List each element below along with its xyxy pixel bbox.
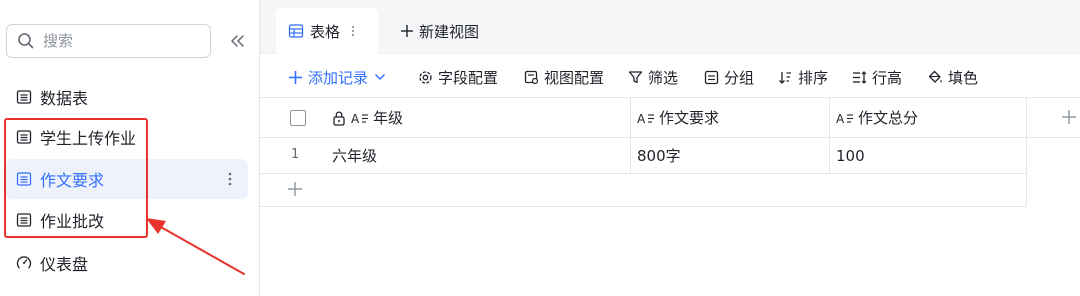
add-record-button[interactable]: 添加记录	[288, 66, 386, 88]
view-config-button[interactable]: 视图配置	[524, 66, 604, 88]
table-icon	[16, 90, 32, 104]
sidebar: 数据表 学生上传作业 作文要求	[0, 0, 260, 296]
table-icon	[16, 172, 32, 186]
field-config-label: 字段配置	[438, 68, 499, 87]
table-icon	[16, 130, 32, 144]
row-height-icon	[853, 70, 867, 84]
group-icon	[704, 70, 719, 84]
lock-icon	[333, 111, 345, 126]
column-header-total-score[interactable]: A 作文总分	[830, 98, 1026, 137]
text-field-icon: A	[351, 112, 368, 125]
tab-label: 表格	[310, 22, 341, 41]
sort-icon	[779, 71, 791, 84]
sidebar-item-homework-grading[interactable]: 作业批改	[6, 200, 248, 240]
sort-label: 排序	[798, 68, 829, 87]
sidebar-item-essay-requirements[interactable]: 作文要求	[6, 159, 248, 199]
cell-total-score[interactable]: 100	[830, 138, 1026, 173]
filter-button[interactable]: 筛选	[628, 66, 678, 88]
double-chevron-left-icon	[231, 35, 244, 47]
search-input[interactable]	[43, 32, 193, 50]
main-area: 表格 新建视图 添加记录 字段配置 视图配置 筛选 分组 排序 行高 填色 A …	[260, 0, 1080, 296]
cell-grade[interactable]: 六年级	[326, 138, 630, 173]
row-height-label: 行高	[872, 68, 903, 87]
new-view-label: 新建视图	[419, 22, 480, 41]
toolbar: 添加记录 字段配置 视图配置 筛选 分组 排序 行高 填色	[260, 54, 1080, 98]
cell-value: 800字	[637, 147, 681, 165]
table-row[interactable]: 1 六年级 800字 100	[260, 138, 1026, 174]
row-number: 1	[291, 147, 300, 162]
gear-icon	[419, 70, 432, 84]
grid-view-icon	[288, 24, 304, 38]
more-options-icon[interactable]	[222, 169, 238, 189]
filter-label: 筛选	[648, 68, 679, 87]
paint-bucket-icon	[928, 70, 942, 83]
search-box[interactable]	[6, 24, 211, 58]
column-header-label: 年级	[373, 109, 404, 127]
collapse-sidebar-button[interactable]	[226, 30, 248, 52]
fill-color-button[interactable]: 填色	[928, 66, 978, 88]
sidebar-item-label: 仪表盘	[40, 255, 89, 274]
tab-more-icon[interactable]	[348, 23, 358, 39]
column-header-label: 作文总分	[858, 109, 919, 127]
select-all-checkbox[interactable]	[290, 110, 306, 126]
row-height-button[interactable]: 行高	[852, 66, 902, 88]
plus-icon	[401, 25, 413, 37]
dashboard-icon	[16, 256, 32, 269]
sidebar-item-label: 学生上传作业	[40, 129, 137, 148]
sidebar-item-student-homework[interactable]: 学生上传作业	[6, 117, 248, 157]
column-header-requirement[interactable]: A 作文要求	[631, 98, 829, 137]
svg-text:A: A	[836, 112, 845, 125]
column-header-grade[interactable]: A 年级	[326, 98, 630, 137]
table-icon	[16, 213, 32, 227]
grid-bottom-border	[260, 206, 1026, 207]
sidebar-item-label: 作文要求	[40, 171, 105, 190]
svg-text:A: A	[351, 112, 360, 125]
chevron-down-icon	[375, 74, 385, 80]
text-field-icon: A	[836, 112, 853, 125]
view-tabbar: 表格 新建视图	[260, 0, 1080, 54]
cell-value: 六年级	[332, 147, 378, 165]
column-divider	[1026, 98, 1027, 207]
view-settings-icon	[524, 70, 539, 84]
add-column-icon[interactable]	[1060, 108, 1078, 126]
svg-text:A: A	[637, 112, 646, 125]
filter-icon	[628, 70, 643, 83]
view-config-label: 视图配置	[544, 68, 605, 87]
plus-icon	[289, 70, 302, 84]
field-config-button[interactable]: 字段配置	[418, 66, 498, 88]
sidebar-item-label: 作业批改	[40, 212, 105, 231]
search-icon	[18, 33, 34, 49]
cell-requirement[interactable]: 800字	[631, 138, 829, 173]
tab-grid-view[interactable]: 表格	[276, 8, 378, 54]
header-row: A 年级 A 作文要求 A 作文总分	[260, 98, 1080, 207]
add-record-label: 添加记录	[308, 68, 369, 87]
add-row-icon[interactable]	[286, 180, 304, 198]
sidebar-item-label: 数据表	[40, 89, 89, 108]
fill-color-label: 填色	[948, 68, 979, 87]
sidebar-item-dashboard[interactable]: 仪表盘	[6, 243, 248, 283]
group-label: 分组	[724, 68, 755, 87]
column-header-label: 作文要求	[659, 109, 720, 127]
text-field-icon: A	[637, 112, 654, 125]
new-view-button[interactable]: 新建视图	[400, 19, 479, 43]
group-button[interactable]: 分组	[704, 66, 754, 88]
sidebar-item-data-table[interactable]: 数据表	[6, 77, 248, 117]
cell-value: 100	[836, 146, 865, 165]
sort-button[interactable]: 排序	[778, 66, 828, 88]
